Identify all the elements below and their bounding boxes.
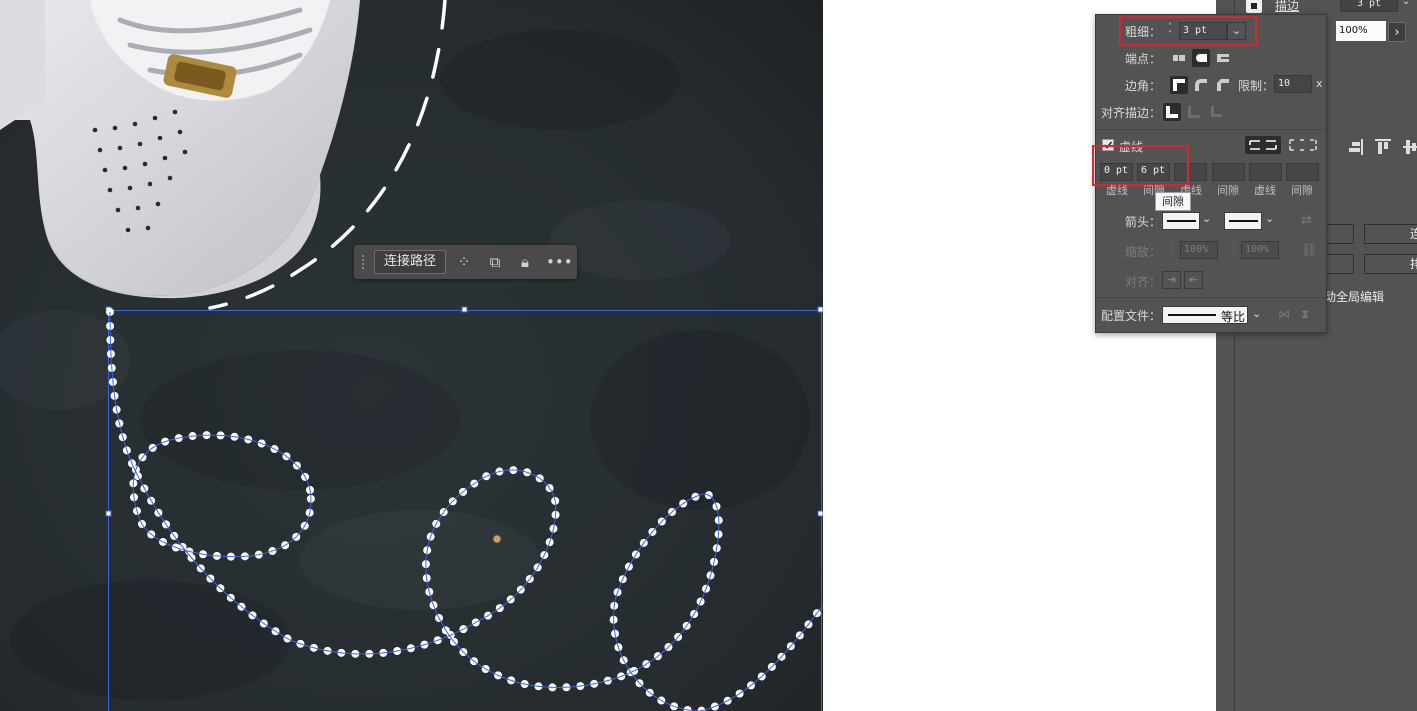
dash-field-3[interactable]	[1249, 163, 1282, 181]
arrow-extend-icon[interactable]: ⇥	[1162, 271, 1181, 289]
corner-label: 边角：	[1125, 79, 1162, 93]
arrange-button[interactable]: 排	[1364, 254, 1417, 274]
miter-join-icon[interactable]	[1170, 76, 1188, 94]
more-icon[interactable]: •••	[546, 252, 573, 272]
tooltip: 间隙	[1155, 192, 1191, 211]
drag-handle-icon[interactable]	[361, 254, 365, 270]
partial-field-2[interactable]	[1326, 254, 1354, 274]
stroke-title-link[interactable]: 描边	[1275, 0, 1299, 14]
chevron-down-icon[interactable]: ⌄	[1265, 212, 1274, 225]
align-inside-stroke-icon[interactable]	[1185, 103, 1203, 121]
opacity-field[interactable]: 100%	[1336, 21, 1386, 41]
arrowhead-label: 箭头：	[1125, 215, 1162, 229]
profile-label: 配置文件：	[1101, 309, 1162, 323]
flip-horizontal-icon[interactable]: ⋈	[1278, 307, 1290, 321]
limit-unit: x	[1316, 77, 1323, 90]
align-dash-corners-icon[interactable]	[1286, 136, 1320, 154]
section-divider	[1096, 129, 1326, 130]
stroke-panel: 粗细： ˄ ˅ 3 pt ⌄ 端点： 边角： 限制： 10 x 对齐描边： 虚线 …	[1092, 14, 1327, 333]
anchor-points-icon[interactable]: ⁘	[454, 252, 474, 272]
flip-vertical-icon[interactable]: ⧗	[1301, 307, 1309, 322]
artwork	[0, 0, 823, 711]
butt-cap-icon[interactable]	[1170, 49, 1188, 67]
stroke-swatch-icon[interactable]	[1246, 0, 1262, 13]
profile-select[interactable]: 等比	[1162, 306, 1248, 324]
arrow-place-icon[interactable]: ⇤	[1184, 271, 1203, 289]
chevron-right-icon[interactable]: ›	[1388, 22, 1406, 42]
align-right-icon[interactable]	[1346, 138, 1364, 156]
scale-label: 缩放：	[1125, 245, 1162, 259]
align-vcenter-icon[interactable]	[1402, 138, 1417, 156]
round-join-icon[interactable]	[1192, 76, 1210, 94]
stroke-weight-field[interactable]: 3 pt	[1340, 0, 1398, 12]
connect-button[interactable]: 连	[1364, 224, 1417, 244]
join-path-button[interactable]: 连接路径	[374, 250, 446, 274]
gap-label-2: 间隙	[1217, 184, 1239, 197]
chevron-down-icon[interactable]: ⌄	[1252, 307, 1261, 320]
global-edit-label[interactable]: 动全局编辑	[1324, 288, 1384, 305]
start-arrowhead-select[interactable]	[1162, 212, 1200, 230]
duplicate-icon[interactable]: ⧉	[485, 252, 505, 272]
contextual-taskbar: 连接路径 ⁘ ⧉ 🔒︎ •••	[354, 245, 577, 279]
end-arrowhead-select[interactable]	[1224, 212, 1262, 230]
artboard-canvas[interactable]: 连接路径 ⁘ ⧉ 🔒︎ •••	[0, 0, 823, 711]
swap-arrowheads-icon[interactable]: ⇄	[1301, 213, 1312, 228]
arrow-align-label: 对齐：	[1125, 275, 1162, 289]
partial-field-1[interactable]	[1326, 224, 1354, 244]
align-stroke-label: 对齐描边：	[1101, 106, 1162, 120]
section-divider	[1096, 297, 1326, 298]
scale-start-field[interactable]: 100%	[1180, 241, 1218, 259]
scale-start-stepper[interactable]: ˄ ˅	[1167, 242, 1177, 260]
gap-label-3: 间隙	[1291, 184, 1313, 197]
preserve-dash-icon[interactable]	[1245, 136, 1281, 154]
lock-icon[interactable]: 🔒︎	[515, 252, 535, 272]
dash-label-1: 虚线	[1106, 184, 1128, 197]
chevron-down-icon[interactable]: ⌄	[1402, 0, 1410, 7]
dash-label-3: 虚线	[1254, 184, 1276, 197]
chevron-down-icon[interactable]: ⌄	[1202, 212, 1211, 225]
align-top-icon[interactable]	[1374, 138, 1392, 156]
bevel-join-icon[interactable]	[1214, 76, 1232, 94]
align-outside-stroke-icon[interactable]	[1207, 103, 1225, 121]
gap-field-2[interactable]	[1212, 163, 1245, 181]
gap-field-3[interactable]	[1286, 163, 1319, 181]
projecting-cap-icon[interactable]	[1214, 49, 1232, 67]
align-center-stroke-icon[interactable]	[1163, 103, 1181, 121]
cap-label: 端点：	[1125, 52, 1162, 66]
limit-label: 限制：	[1238, 79, 1275, 93]
highlight-box-weight	[1119, 16, 1257, 46]
scale-end-stepper[interactable]: ˄ ˅	[1228, 242, 1238, 260]
round-cap-icon[interactable]	[1192, 49, 1210, 67]
link-scale-icon[interactable]: ⛓︎	[1301, 243, 1318, 258]
scale-end-field[interactable]: 100%	[1241, 241, 1279, 259]
highlight-box-dash	[1092, 145, 1189, 186]
limit-field[interactable]: 10	[1274, 75, 1312, 93]
